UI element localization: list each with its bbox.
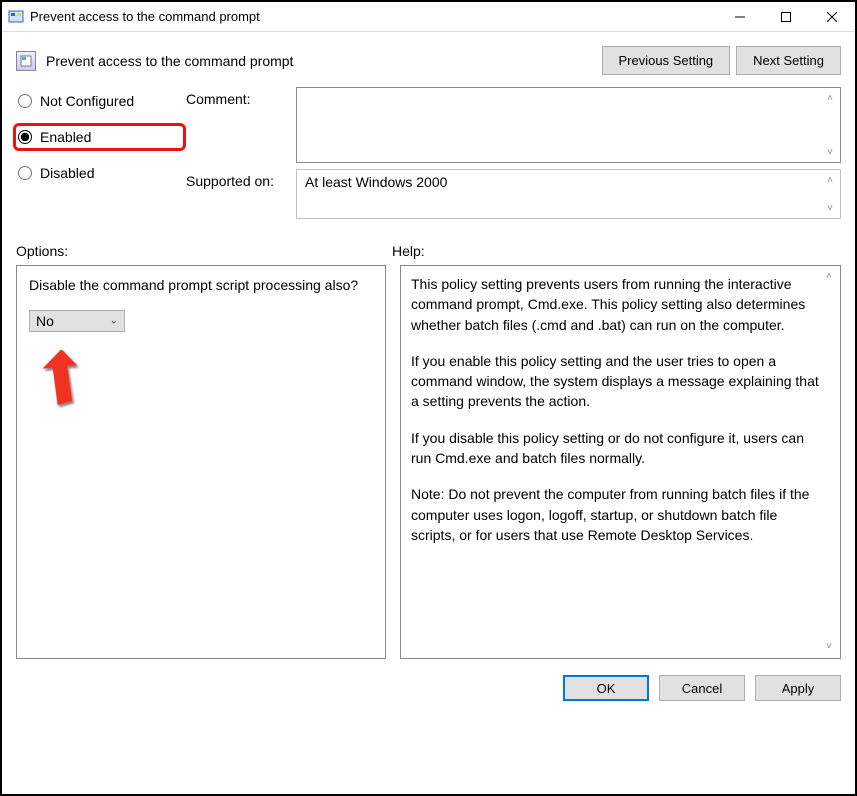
dialog-button-row: OK Cancel Apply: [2, 659, 855, 701]
radio-not-configured-label: Not Configured: [40, 93, 134, 109]
help-text-p3: If you disable this policy setting or do…: [411, 428, 820, 469]
maximize-button[interactable]: [763, 2, 809, 32]
supported-on-label: Supported on:: [186, 169, 296, 219]
scroll-down-icon[interactable]: ˅: [822, 144, 838, 160]
radio-enabled[interactable]: Enabled: [13, 123, 186, 151]
comment-label: Comment:: [186, 87, 296, 163]
radio-not-configured-input[interactable]: [18, 94, 32, 108]
help-text-p1: This policy setting prevents users from …: [411, 274, 820, 335]
options-question: Disable the command prompt script proces…: [29, 276, 373, 296]
script-processing-dropdown[interactable]: No ⌄: [29, 310, 125, 332]
options-panel: Disable the command prompt script proces…: [16, 265, 386, 659]
ok-button[interactable]: OK: [563, 675, 649, 701]
policy-icon: [16, 51, 36, 71]
scroll-up-icon[interactable]: ˄: [822, 90, 838, 106]
supported-on-value: At least Windows 2000: [305, 174, 447, 190]
policy-title: Prevent access to the command prompt: [46, 53, 293, 69]
app-icon: [8, 9, 24, 25]
options-section-label: Options:: [16, 243, 392, 259]
title-bar: Prevent access to the command prompt: [2, 2, 855, 32]
previous-setting-button[interactable]: Previous Setting: [602, 46, 731, 75]
scroll-down-icon[interactable]: ˅: [826, 640, 836, 655]
help-text-p2: If you enable this policy setting and th…: [411, 351, 820, 412]
help-section-label: Help:: [392, 243, 425, 259]
radio-enabled-input[interactable]: [18, 130, 32, 144]
supported-on-field: At least Windows 2000 ˄ ˅: [296, 169, 841, 219]
next-setting-button[interactable]: Next Setting: [736, 46, 841, 75]
minimize-button[interactable]: [717, 2, 763, 32]
radio-enabled-label: Enabled: [40, 129, 91, 145]
help-text-p4: Note: Do not prevent the computer from r…: [411, 484, 820, 545]
radio-disabled[interactable]: Disabled: [16, 165, 186, 181]
apply-button[interactable]: Apply: [755, 675, 841, 701]
help-panel: This policy setting prevents users from …: [400, 265, 841, 659]
radio-disabled-input[interactable]: [18, 166, 32, 180]
scroll-down-icon[interactable]: ˅: [822, 200, 838, 216]
close-button[interactable]: [809, 2, 855, 32]
radio-disabled-label: Disabled: [40, 165, 94, 181]
dropdown-value: No: [36, 313, 54, 329]
cancel-button[interactable]: Cancel: [659, 675, 745, 701]
annotation-arrow-icon: [41, 350, 91, 412]
chevron-down-icon: ⌄: [110, 315, 118, 326]
scroll-up-icon[interactable]: ˄: [822, 172, 838, 188]
policy-header: Prevent access to the command prompt Pre…: [2, 32, 855, 81]
scroll-up-icon[interactable]: ˄: [826, 270, 836, 285]
comment-field[interactable]: ˄ ˅: [296, 87, 841, 163]
window-title: Prevent access to the command prompt: [30, 9, 260, 24]
radio-not-configured[interactable]: Not Configured: [16, 93, 186, 109]
